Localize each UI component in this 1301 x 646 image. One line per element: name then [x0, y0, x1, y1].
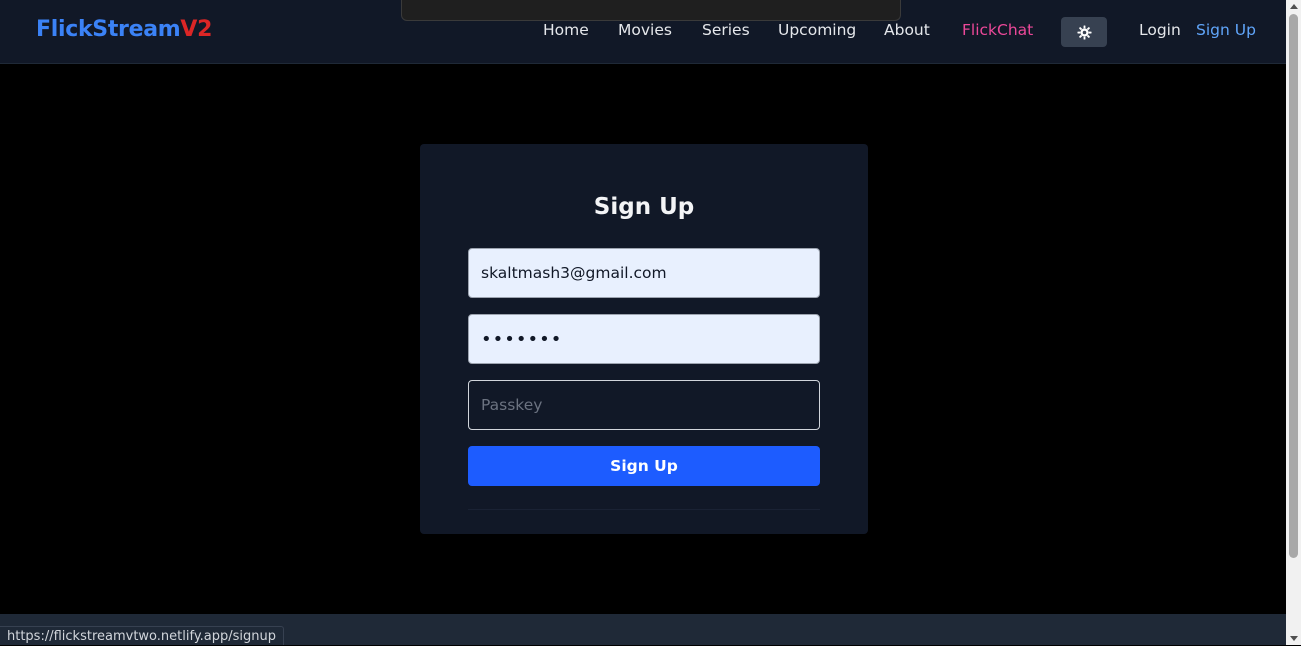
nav-home[interactable]: Home [543, 21, 589, 39]
vertical-scrollbar[interactable] [1286, 0, 1301, 645]
nav-signup[interactable]: Sign Up [1196, 21, 1256, 39]
card-divider [468, 509, 820, 510]
brand-name: FlickStream [36, 17, 181, 42]
browser-popup-overlay [401, 0, 901, 21]
scroll-down-icon[interactable] [1290, 636, 1298, 641]
email-field[interactable]: skaltmash3@gmail.com [468, 248, 820, 298]
nav-about[interactable]: About [884, 21, 930, 39]
scroll-up-icon[interactable] [1290, 4, 1298, 9]
brand-logo[interactable]: FlickStreamV2 [36, 17, 212, 42]
scrollbar-thumb[interactable] [1289, 14, 1298, 558]
nav-upcoming[interactable]: Upcoming [778, 21, 856, 39]
nav-login[interactable]: Login [1139, 21, 1181, 39]
signup-submit-button[interactable]: Sign Up [468, 446, 820, 486]
nav-movies[interactable]: Movies [618, 21, 672, 39]
form-title: Sign Up [593, 194, 695, 220]
gear-icon [1076, 24, 1092, 40]
nav-flickchat[interactable]: FlickChat [962, 21, 1033, 39]
passkey-field[interactable]: Passkey [468, 380, 820, 430]
page-viewport: FlickStreamV2 Home Movies Series Upcomin… [0, 0, 1286, 645]
nav-series[interactable]: Series [702, 21, 750, 39]
password-field[interactable]: ••••••• [468, 314, 820, 364]
brand-version: V2 [180, 17, 213, 42]
status-bar-url: https://flickstreamvtwo.netlify.app/sign… [0, 626, 285, 645]
theme-toggle-button[interactable] [1061, 17, 1107, 47]
